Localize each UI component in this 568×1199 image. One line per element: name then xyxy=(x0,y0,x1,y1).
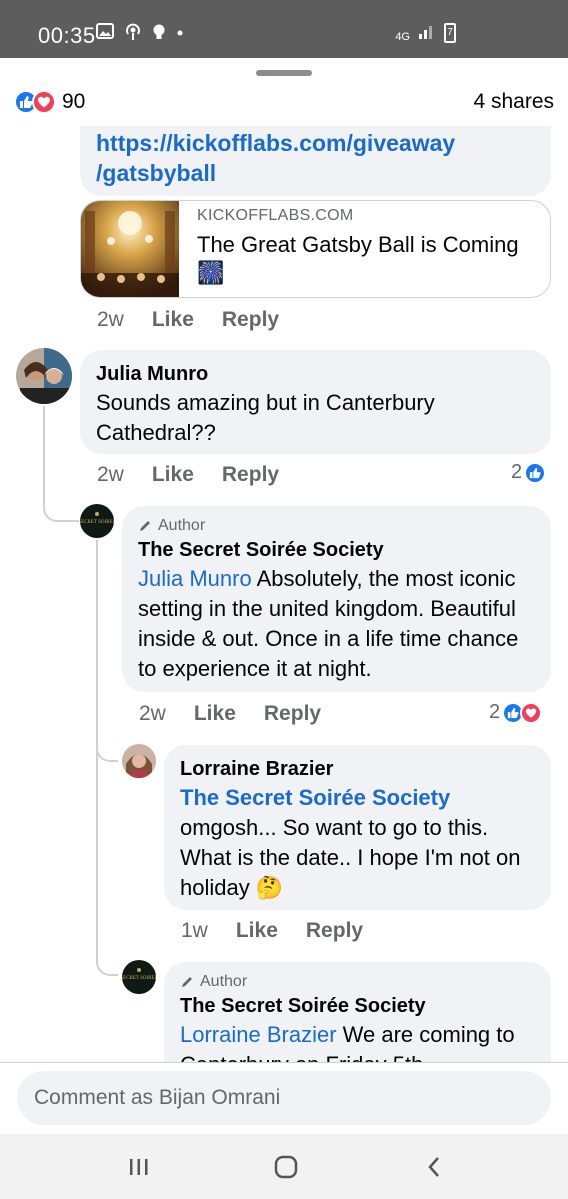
link-preview-domain: KICKOFFLABS.COM xyxy=(197,207,354,224)
comment-text: Julia Munro Absolutely, the most iconic … xyxy=(138,564,538,684)
comment-reaction-number: 2 xyxy=(511,461,523,483)
author-badge: Author xyxy=(138,516,535,536)
comment-time: 2w xyxy=(97,463,124,486)
comment-bubble-link[interactable]: https://kickofflabs.com/giveaway /gatsby… xyxy=(80,126,551,196)
comment-text: Lorraine Brazier We are coming to Canter… xyxy=(180,1020,540,1062)
comment-text: Sounds amazing but in Canterbury Cathedr… xyxy=(96,390,435,445)
thread-connector xyxy=(43,406,79,522)
link-preview-title[interactable]: The Great Gatsby Ball is Coming🎆 xyxy=(197,231,537,287)
like-reaction-icon xyxy=(524,461,547,484)
comments-thread[interactable]: https://kickofflabs.com/giveaway /gatsby… xyxy=(0,126,568,1062)
status-notification-icons xyxy=(96,23,184,46)
battery-icon: 7 xyxy=(444,23,456,43)
link-preview-image xyxy=(81,201,179,297)
mention-link[interactable]: Lorraine Brazier xyxy=(180,1022,337,1047)
reply-button[interactable]: Reply xyxy=(222,308,279,332)
status-bar: 00:35 4G 7 xyxy=(0,0,568,58)
comment-bubble-author-reply2[interactable]: Author The Secret Soirée Society Lorrain… xyxy=(164,962,551,1062)
system-nav-bar xyxy=(0,1134,568,1199)
podcast-icon xyxy=(124,23,142,46)
dot-icon xyxy=(176,23,184,46)
comment-time: 2w xyxy=(97,308,124,331)
home-icon xyxy=(274,1155,298,1179)
comment-time: 1w xyxy=(181,919,208,942)
love-reaction-icon xyxy=(32,90,56,114)
link-preview-card[interactable]: KICKOFFLABS.COM The Great Gatsby Ball is… xyxy=(80,200,551,298)
love-reaction-icon xyxy=(520,701,543,724)
commenter-name[interactable]: The Secret Soirée Society xyxy=(138,536,535,564)
reply-button[interactable]: Reply xyxy=(264,702,321,726)
comment-link-line2[interactable]: /gatsbyball xyxy=(96,158,535,188)
comment-actions: 2w Like Reply xyxy=(97,308,279,332)
avatar-secret-soiree-society[interactable]: SECRET SOIREE xyxy=(80,504,114,538)
recent-apps-icon xyxy=(130,1159,148,1175)
shares-count[interactable]: 4 shares xyxy=(473,90,554,114)
pencil-icon xyxy=(182,977,192,987)
mention-text[interactable]: The Secret Soirée Society xyxy=(180,785,450,810)
svg-text:SECRET SOIREE: SECRET SOIREE xyxy=(122,976,156,981)
author-badge-label: Author xyxy=(158,517,206,534)
author-badge-label: Author xyxy=(200,973,248,990)
mention-link[interactable]: Julia Munro xyxy=(138,566,252,591)
signal-icon xyxy=(418,22,436,43)
avatar-secret-soiree-society[interactable]: SECRET SOIREE xyxy=(122,960,156,994)
bulb-icon xyxy=(152,23,166,46)
gallery-icon xyxy=(96,23,114,46)
back-button[interactable] xyxy=(414,1154,454,1180)
reaction-summary[interactable]: 90 4 shares xyxy=(14,88,554,116)
comment-bubble-author-reply1[interactable]: Author The Secret Soirée Society Julia M… xyxy=(122,506,551,692)
reaction-count: 90 xyxy=(62,90,86,113)
commenter-name[interactable]: Julia Munro xyxy=(96,360,535,388)
avatar-lorraine-brazier[interactable] xyxy=(122,744,156,778)
mention-link[interactable]: The Secret Soirée Society xyxy=(180,783,535,813)
network-type: 4G xyxy=(395,31,410,43)
comment-time: 2w xyxy=(139,702,166,725)
comment-reaction-count[interactable]: 2 xyxy=(511,461,547,484)
like-button[interactable]: Like xyxy=(194,702,236,726)
reply-button[interactable]: Reply xyxy=(306,919,363,943)
pencil-icon xyxy=(140,521,150,531)
comment-input[interactable] xyxy=(17,1071,551,1125)
like-button[interactable]: Like xyxy=(152,308,194,332)
status-time: 00:35 xyxy=(38,23,96,48)
comment-actions: 2w Like Reply xyxy=(139,702,321,726)
comment-bubble-lorraine[interactable]: Lorraine Brazier The Secret Soirée Socie… xyxy=(164,745,551,910)
home-button[interactable] xyxy=(266,1154,306,1180)
comment-actions: 1w Like Reply xyxy=(181,919,363,943)
sheet-drag-handle[interactable] xyxy=(256,70,312,76)
comment-bubble-julia[interactable]: Julia Munro Sounds amazing but in Canter… xyxy=(80,350,551,454)
author-badge: Author xyxy=(180,972,535,992)
recent-apps-button[interactable] xyxy=(119,1154,159,1180)
comment-reaction-count[interactable]: 2 xyxy=(489,701,543,724)
like-button[interactable]: Like xyxy=(152,463,194,487)
like-button[interactable]: Like xyxy=(236,919,278,943)
status-system-icons: 4G 7 xyxy=(395,22,456,43)
comment-link-line1[interactable]: https://kickofflabs.com/giveaway xyxy=(96,128,535,158)
comment-actions: 2w Like Reply xyxy=(97,463,279,487)
commenter-name[interactable]: Lorraine Brazier xyxy=(180,755,535,783)
comment-composer xyxy=(0,1062,568,1134)
back-icon xyxy=(428,1157,439,1177)
avatar-julia-munro[interactable] xyxy=(16,348,72,404)
comment-text: omgosh... So want to go to this. What is… xyxy=(180,815,521,900)
commenter-name[interactable]: The Secret Soirée Society xyxy=(180,992,535,1020)
reply-button[interactable]: Reply xyxy=(222,463,279,487)
svg-text:SECRET SOIREE: SECRET SOIREE xyxy=(80,520,114,525)
comment-reaction-number: 2 xyxy=(489,701,501,723)
thread-connector xyxy=(96,746,118,976)
